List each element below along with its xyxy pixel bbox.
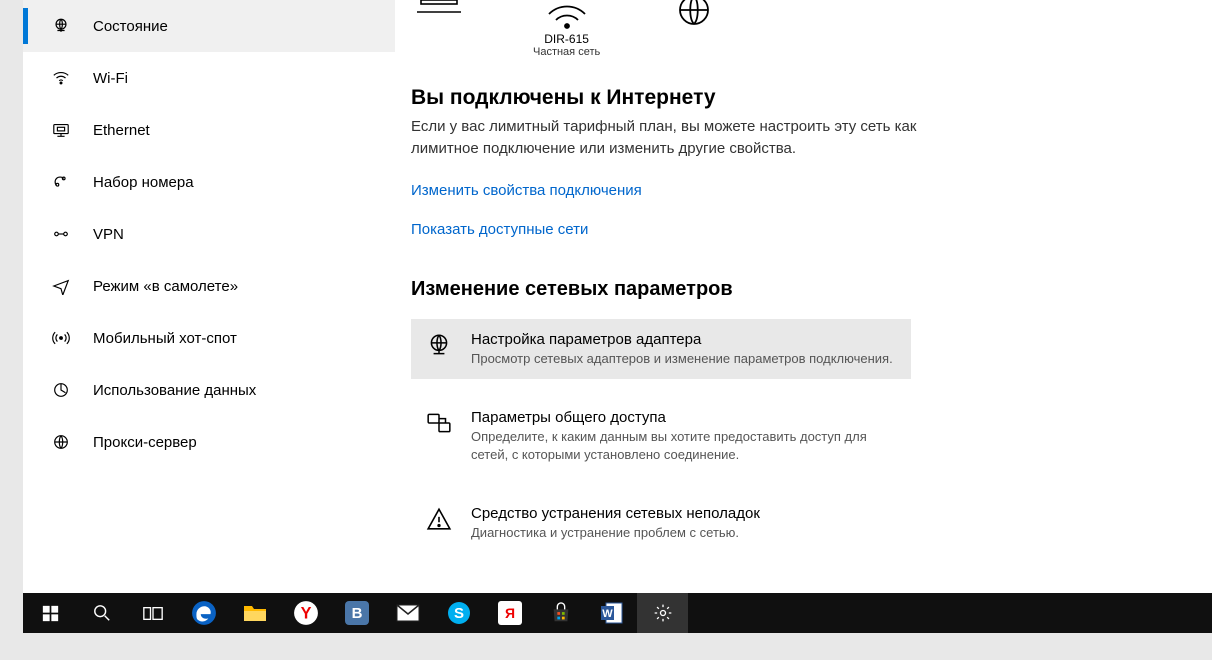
option-troubleshoot[interactable]: Средство устранения сетевых неполадок Ди…: [411, 493, 911, 554]
start-button[interactable]: [25, 593, 76, 633]
option-adapter-settings[interactable]: Настройка параметров адаптера Просмотр с…: [411, 319, 911, 380]
sidebar-item-label: Мобильный хот-спот: [93, 330, 237, 347]
option-desc: Диагностика и устранение проблем с сетью…: [471, 524, 760, 542]
sidebar-item-label: Прокси-сервер: [93, 434, 197, 451]
sidebar: Состояние Wi-Fi Ethernet Набор номера VP: [23, 0, 395, 593]
sidebar-item-datausage[interactable]: Использование данных: [23, 364, 395, 416]
sidebar-item-label: Набор номера: [93, 174, 194, 191]
svg-text:S: S: [453, 605, 463, 622]
datausage-icon: [51, 380, 71, 400]
word-app[interactable]: W: [586, 593, 637, 633]
svg-text:Я: Я: [504, 605, 514, 621]
settings-window: Состояние Wi-Fi Ethernet Набор номера VP: [23, 0, 1212, 593]
word-icon: W: [600, 601, 624, 625]
svg-text:B: B: [351, 605, 362, 622]
link-available-networks[interactable]: Показать доступные сети: [411, 221, 1182, 238]
option-title: Параметры общего доступа: [471, 409, 897, 426]
main-content: DIR-615 Частная сеть Вы подключены к Инт…: [395, 0, 1212, 593]
yandex-app[interactable]: Y: [280, 593, 331, 633]
sidebar-item-ethernet[interactable]: Ethernet: [23, 104, 395, 156]
windows-icon: [42, 605, 59, 622]
status-description: Если у вас лимитный тарифный план, вы мо…: [411, 116, 951, 160]
vpn-icon: [51, 224, 71, 244]
sidebar-item-hotspot[interactable]: Мобильный хот-спот: [23, 312, 395, 364]
proxy-icon: [51, 432, 71, 452]
wifi-large-icon: [543, 0, 591, 30]
sidebar-item-dialup[interactable]: Набор номера: [23, 156, 395, 208]
troubleshoot-icon: [425, 505, 453, 533]
taskbar: Y B S Я W: [23, 593, 1212, 633]
airplane-icon: [51, 276, 71, 296]
vk-app[interactable]: B: [331, 593, 382, 633]
hotspot-icon: [51, 328, 71, 348]
skype-app[interactable]: S: [433, 593, 484, 633]
settings-app[interactable]: [637, 593, 688, 633]
globe-large-icon: [670, 0, 718, 30]
sidebar-item-proxy[interactable]: Прокси-сервер: [23, 416, 395, 468]
option-desc: Просмотр сетевых адаптеров и изменение п…: [471, 350, 893, 368]
folder-icon: [243, 603, 267, 623]
taskview-button[interactable]: [127, 593, 178, 633]
sidebar-item-label: Состояние: [93, 18, 168, 35]
taskview-icon: [143, 605, 163, 622]
sidebar-item-status[interactable]: Состояние: [23, 0, 395, 52]
gear-icon: [653, 603, 673, 623]
sidebar-item-label: Wi-Fi: [93, 70, 128, 87]
search-button[interactable]: [76, 593, 127, 633]
ethernet-icon: [51, 120, 71, 140]
wifi-icon: [51, 68, 71, 88]
skype-icon: S: [447, 601, 471, 625]
sidebar-item-wifi[interactable]: Wi-Fi: [23, 52, 395, 104]
sharing-icon: [425, 409, 453, 437]
sidebar-item-label: Режим «в самолете»: [93, 278, 238, 295]
yandex-white-icon: Я: [498, 601, 522, 625]
sidebar-item-airplane[interactable]: Режим «в самолете»: [23, 260, 395, 312]
svg-text:Y: Y: [300, 604, 311, 622]
change-heading: Изменение сетевых параметров: [411, 278, 1182, 301]
yandex-search-app[interactable]: Я: [484, 593, 535, 633]
option-title: Средство устранения сетевых неполадок: [471, 505, 760, 522]
store-app[interactable]: [535, 593, 586, 633]
mail-app[interactable]: [382, 593, 433, 633]
computer-icon: [415, 0, 463, 30]
sidebar-item-label: Использование данных: [93, 382, 256, 399]
edge-app[interactable]: [178, 593, 229, 633]
globe-monitor-icon: [51, 16, 71, 36]
yandex-icon: Y: [293, 600, 319, 626]
dialup-icon: [51, 172, 71, 192]
explorer-app[interactable]: [229, 593, 280, 633]
network-diagram: DIR-615 Частная сеть: [411, 0, 1182, 58]
network-name: DIR-615: [544, 32, 589, 46]
status-heading: Вы подключены к Интернету: [411, 86, 1182, 110]
edge-icon: [191, 600, 217, 626]
option-sharing[interactable]: Параметры общего доступа Определите, к к…: [411, 397, 911, 475]
mail-icon: [396, 604, 420, 622]
link-connection-props[interactable]: Изменить свойства подключения: [411, 182, 1182, 199]
search-icon: [93, 604, 111, 622]
svg-text:W: W: [602, 608, 613, 620]
sidebar-item-vpn[interactable]: VPN: [23, 208, 395, 260]
store-icon: [550, 602, 572, 624]
sidebar-item-label: Ethernet: [93, 122, 150, 139]
network-type: Частная сеть: [533, 46, 600, 58]
option-title: Настройка параметров адаптера: [471, 331, 893, 348]
option-desc: Определите, к каким данным вы хотите пре…: [471, 428, 897, 463]
vk-icon: B: [345, 601, 369, 625]
sidebar-item-label: VPN: [93, 226, 124, 243]
adapter-icon: [425, 331, 453, 359]
